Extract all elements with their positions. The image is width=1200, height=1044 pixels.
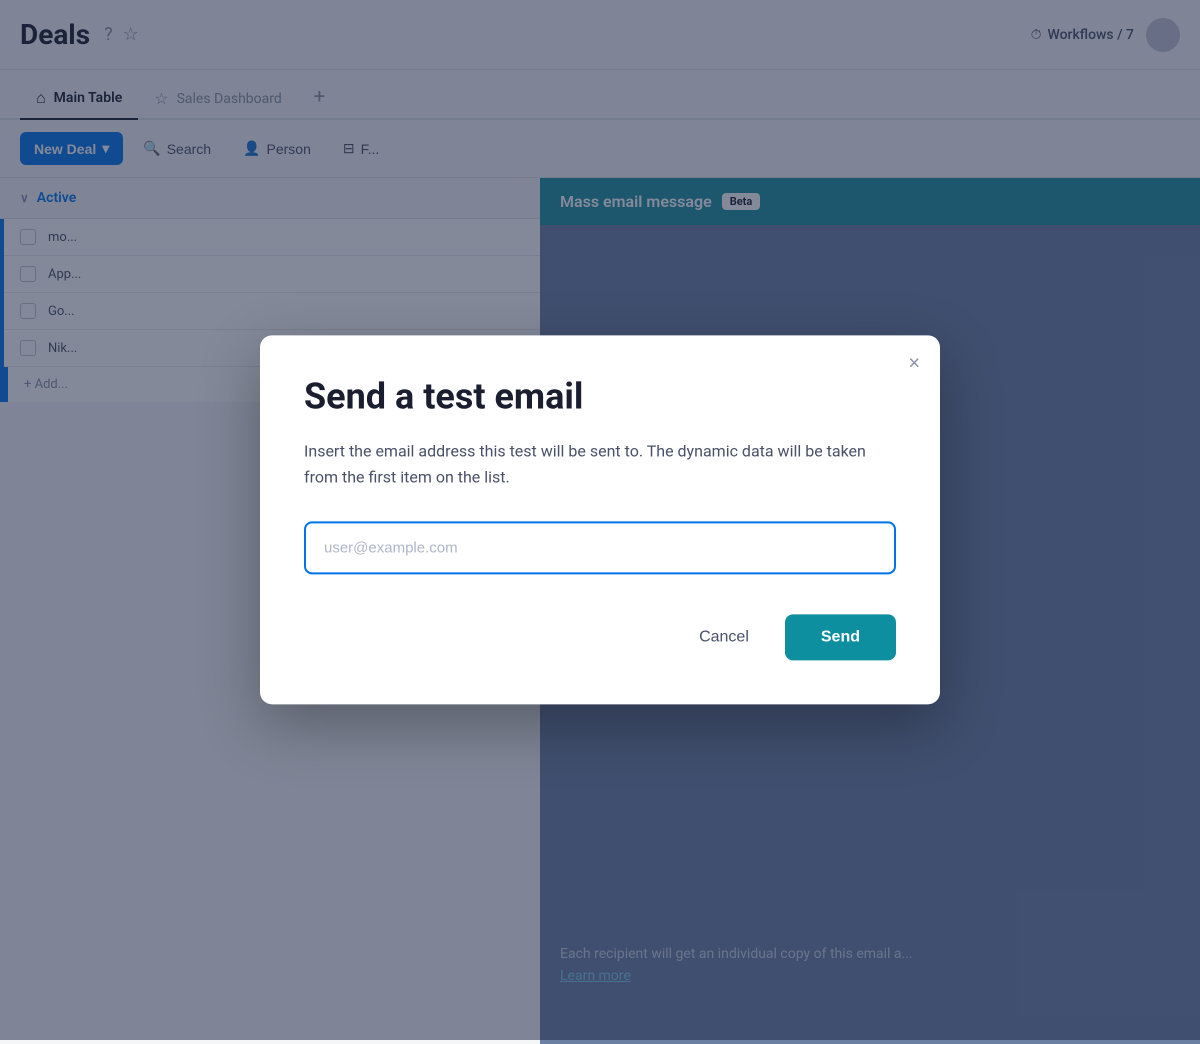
modal-description: Insert the email address this test will … <box>304 439 896 490</box>
send-button[interactable]: Send <box>785 615 896 661</box>
cancel-button[interactable]: Cancel <box>679 617 769 659</box>
email-input[interactable] <box>304 522 896 575</box>
send-test-email-modal: × Send a test email Insert the email add… <box>260 335 940 704</box>
close-button[interactable]: × <box>908 353 920 373</box>
modal-actions: Cancel Send <box>304 615 896 661</box>
modal-title: Send a test email <box>304 375 896 418</box>
